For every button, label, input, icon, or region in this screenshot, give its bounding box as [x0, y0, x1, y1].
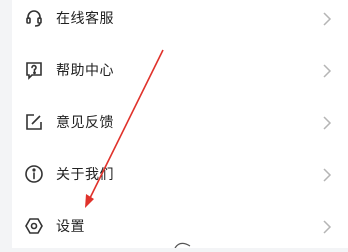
- chevron-right-icon: [322, 63, 332, 78]
- menu-item-online-service[interactable]: 在线客服: [12, 0, 348, 44]
- menu-item-feedback[interactable]: 意见反馈: [12, 96, 348, 148]
- menu-item-label: 设置: [56, 219, 85, 235]
- chevron-right-icon: [322, 167, 332, 182]
- menu-item-label: 关于我们: [56, 167, 114, 183]
- chevron-right-icon: [322, 115, 332, 130]
- info-icon: [24, 164, 44, 184]
- headset-icon: [24, 8, 44, 28]
- menu-item-label: 意见反馈: [56, 115, 114, 131]
- partial-cursor-shape: [174, 242, 191, 248]
- menu-item-label: 帮助中心: [56, 63, 114, 79]
- chevron-right-icon: [322, 11, 332, 26]
- settings-menu-card: 在线客服 帮助中心 意见反馈 关于我们 设置: [12, 0, 348, 248]
- menu-item-about-us[interactable]: 关于我们: [12, 148, 348, 200]
- edit-feedback-icon: [24, 112, 44, 132]
- settings-hex-icon: [24, 216, 44, 236]
- chevron-right-icon: [322, 219, 332, 234]
- help-question-icon: [24, 60, 44, 80]
- menu-item-help-center[interactable]: 帮助中心: [12, 44, 348, 96]
- menu-item-label: 在线客服: [56, 11, 114, 27]
